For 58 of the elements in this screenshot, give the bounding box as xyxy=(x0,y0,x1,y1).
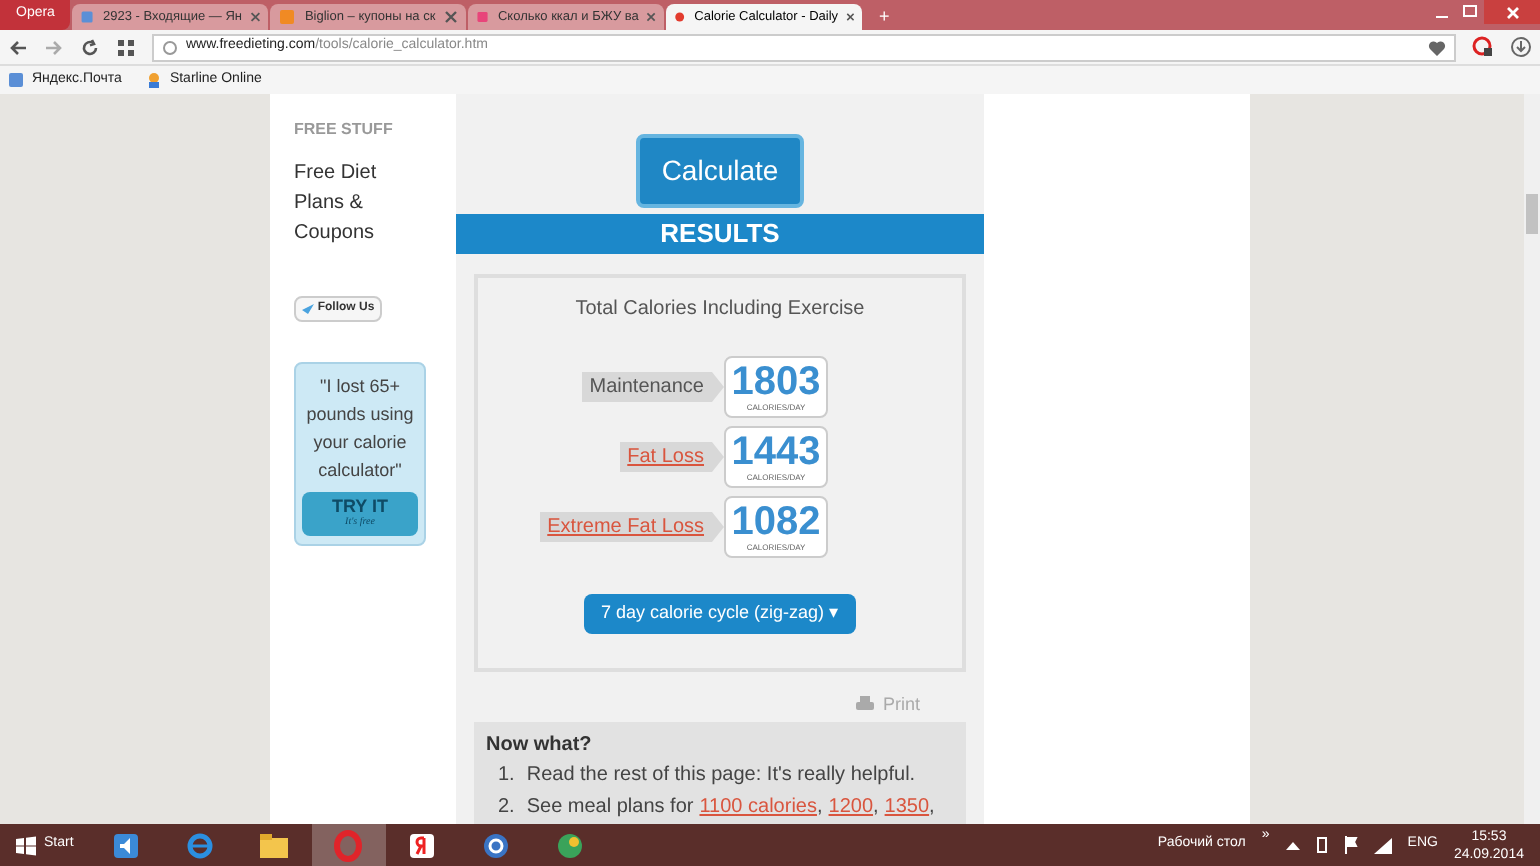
app-icon xyxy=(480,829,513,861)
list-text: See meal plans for xyxy=(526,794,694,822)
speed-dial-icon xyxy=(116,37,136,57)
printer-icon xyxy=(856,696,875,713)
close-icon xyxy=(846,10,855,24)
list-text: , xyxy=(816,794,823,822)
new-tab-button[interactable]: + xyxy=(862,3,906,30)
windows-logo-icon xyxy=(16,835,36,855)
sidebar-link[interactable]: Free Diet Plans & Coupons xyxy=(294,158,414,248)
globe-icon xyxy=(554,829,587,861)
pointer-icon xyxy=(712,441,724,471)
panel-heading: Now what? xyxy=(486,732,594,760)
bird-icon xyxy=(301,304,314,314)
list-number: 1. xyxy=(498,762,515,790)
close-icon xyxy=(1505,5,1519,19)
folder-icon xyxy=(258,829,291,861)
tab-icon xyxy=(80,8,96,26)
results-title: Total Calories Including Exercise xyxy=(575,295,865,323)
close-icon xyxy=(646,10,657,24)
close-window-button[interactable] xyxy=(1484,0,1540,24)
signal-icon xyxy=(1373,837,1392,853)
close-icon xyxy=(249,10,261,24)
list-number: 2. xyxy=(498,794,515,822)
extension-icon xyxy=(1472,36,1494,58)
text-link[interactable]: 1100 calories xyxy=(699,792,817,824)
close-icon xyxy=(444,10,459,24)
tab-icon xyxy=(674,8,687,26)
tab-icon xyxy=(476,8,490,26)
section-heading: FREE STUFF xyxy=(294,118,395,142)
pointer-icon xyxy=(712,511,724,541)
tab-icon xyxy=(278,8,297,26)
app-icon xyxy=(184,829,217,861)
list-text: , xyxy=(873,794,879,822)
speaker-icon xyxy=(110,829,143,861)
promo-quote: "I lost 65+ pounds using your calorie calculator" xyxy=(304,374,416,484)
minimize-icon xyxy=(1436,16,1448,18)
pointer-icon xyxy=(712,371,724,401)
battery-icon xyxy=(1315,836,1328,854)
calculate-button[interactable]: Calculate xyxy=(636,134,804,207)
text-link[interactable]: 1200 xyxy=(828,792,874,824)
text-link[interactable]: 1350 xyxy=(884,792,930,824)
bookmark-icon xyxy=(145,72,162,88)
reload-icon xyxy=(80,37,100,57)
flag-icon xyxy=(1343,836,1358,854)
forward-icon xyxy=(44,37,64,57)
app-icon xyxy=(406,829,439,861)
results-heading: RESULTS xyxy=(456,213,984,253)
list-text: Read the rest of this page: It's really helpful. xyxy=(526,762,916,790)
download-icon xyxy=(1510,36,1532,58)
scrollbar[interactable] xyxy=(1524,94,1540,824)
back-icon xyxy=(8,37,28,57)
app-icon xyxy=(332,829,365,861)
calorie-cycle-dropdown[interactable]: 7 day calorie cycle (zig-zag) ▾ xyxy=(584,593,856,633)
heart-icon xyxy=(1428,39,1446,55)
show-hidden-icons-icon xyxy=(1285,839,1300,851)
bookmark-icon xyxy=(8,72,24,88)
list-text: , xyxy=(929,794,935,822)
globe-icon xyxy=(162,39,178,55)
